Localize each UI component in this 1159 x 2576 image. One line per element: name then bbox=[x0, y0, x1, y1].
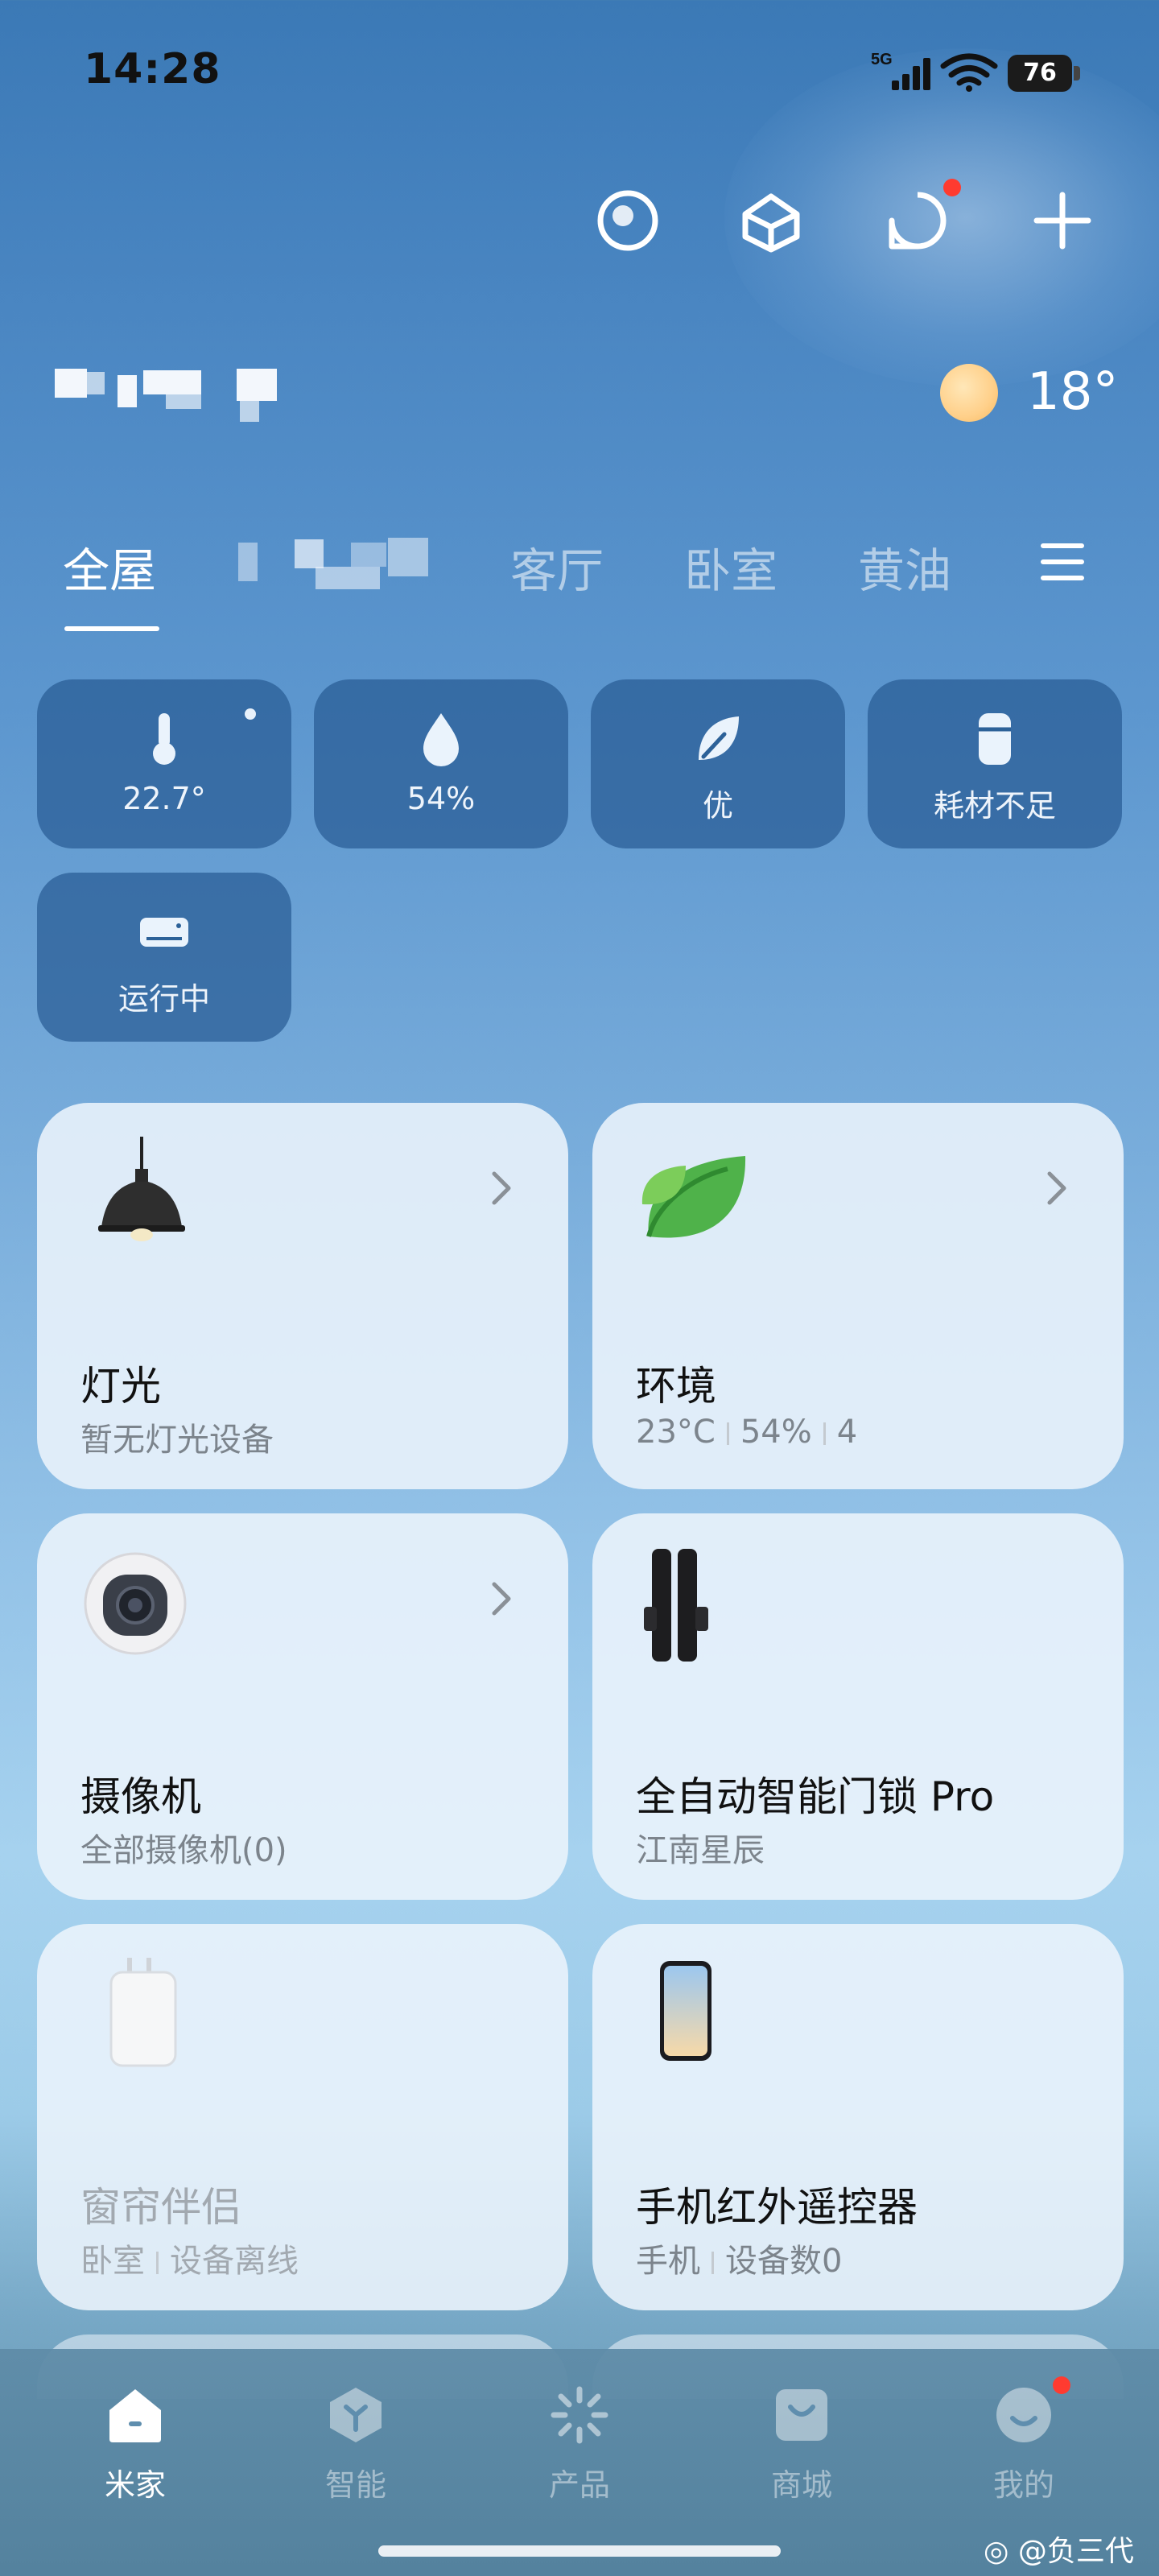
card-subtitle: 江南星辰 bbox=[636, 1832, 765, 1869]
house-3d-icon[interactable] bbox=[734, 184, 808, 258]
product-sparkle-icon bbox=[551, 2386, 608, 2444]
nav-label: 商城 bbox=[770, 2467, 832, 2503]
profile-notification-dot bbox=[1053, 2376, 1070, 2394]
sun-icon bbox=[940, 364, 998, 422]
shopping-bag-icon bbox=[776, 2389, 827, 2441]
chip-status-dot bbox=[245, 708, 256, 720]
card-subtitle: 暂无灯光设备 bbox=[80, 1422, 274, 1459]
wifi-icon bbox=[940, 53, 998, 92]
smart-cube-icon bbox=[330, 2388, 382, 2442]
battery-tip bbox=[1074, 66, 1080, 80]
water-drop-icon bbox=[423, 713, 459, 766]
card-curtain-companion[interactable]: 窗帘伴侣 卧室 设备离线 bbox=[37, 1924, 568, 2310]
nav-label: 我的 bbox=[992, 2467, 1054, 2503]
air-conditioner-icon bbox=[140, 918, 188, 947]
device-room: 卧室 bbox=[80, 2243, 145, 2280]
home-name-pixelated[interactable] bbox=[53, 364, 278, 425]
separator bbox=[156, 2252, 159, 2274]
chip-temperature[interactable]: 22.7° bbox=[37, 679, 291, 848]
battery-level: 76 bbox=[1008, 55, 1072, 92]
card-door-lock[interactable]: 全自动智能门锁 Pro 江南星辰 bbox=[592, 1513, 1124, 1900]
env-temperature: 23°C bbox=[636, 1414, 716, 1451]
air-quality-value: 优 bbox=[702, 788, 733, 824]
tab-living-room[interactable]: 客厅 bbox=[510, 533, 604, 601]
nav-home[interactable]: 米家 bbox=[63, 2383, 208, 2512]
nav-label: 智能 bbox=[324, 2467, 386, 2503]
status-time: 14:28 bbox=[84, 45, 221, 93]
card-phone-ir-remote[interactable]: 手机红外遥控器 手机 设备数0 bbox=[592, 1924, 1124, 2310]
consumables-status: 耗材不足 bbox=[933, 788, 1056, 824]
pendant-lamp-icon bbox=[98, 1137, 185, 1241]
thermometer-icon bbox=[153, 713, 175, 765]
separator bbox=[726, 1422, 729, 1445]
battery-indicator: 76 bbox=[1008, 55, 1080, 92]
device-count: 设备数0 bbox=[725, 2243, 843, 2280]
nav-label: 产品 bbox=[548, 2467, 610, 2503]
separator bbox=[711, 2252, 714, 2274]
device-status: 设备离线 bbox=[170, 2243, 299, 2280]
leaf-icon bbox=[699, 716, 739, 760]
chip-air-conditioner[interactable]: 运行中 bbox=[37, 873, 291, 1042]
card-title: 灯光 bbox=[80, 1363, 161, 1410]
home-indicator[interactable] bbox=[378, 2545, 781, 2557]
tab-huangyou[interactable]: 黄油 bbox=[858, 533, 951, 601]
notification-dot bbox=[943, 179, 961, 196]
tab-whole-house[interactable]: 全屋 bbox=[63, 533, 156, 601]
cellular-signal-icon: 5G bbox=[871, 51, 930, 90]
card-lighting[interactable]: 灯光 暂无灯光设备 bbox=[37, 1103, 568, 1489]
card-subtitle: 手机 设备数0 bbox=[636, 2235, 842, 2281]
phone-remote-icon bbox=[660, 1961, 711, 2061]
card-subtitle: 卧室 设备离线 bbox=[80, 2235, 299, 2281]
camera-icon bbox=[84, 1552, 187, 1655]
tab-pixelated-room[interactable] bbox=[238, 535, 431, 592]
device-room: 手机 bbox=[636, 2243, 700, 2280]
tab-bedroom[interactable]: 卧室 bbox=[684, 533, 777, 601]
network-type-label: 5G bbox=[871, 51, 893, 68]
nav-products[interactable]: 产品 bbox=[507, 2383, 652, 2512]
card-title: 环境 bbox=[636, 1363, 716, 1410]
watermark-text: @负三代 bbox=[1017, 2535, 1134, 2568]
env-humidity: 54% bbox=[740, 1414, 812, 1451]
weather-widget[interactable]: 18° bbox=[940, 361, 1119, 425]
chip-consumables[interactable]: 耗材不足 bbox=[868, 679, 1122, 848]
chevron-right-icon[interactable] bbox=[491, 1170, 512, 1206]
nav-label: 米家 bbox=[104, 2467, 166, 2503]
nav-store[interactable]: 商城 bbox=[729, 2383, 874, 2512]
leaf-icon bbox=[641, 1156, 746, 1238]
weibo-icon: ◎ bbox=[984, 2535, 1018, 2568]
filter-cartridge-icon bbox=[979, 713, 1011, 765]
card-title: 全自动智能门锁 Pro bbox=[636, 1773, 995, 1820]
chevron-right-icon[interactable] bbox=[491, 1581, 512, 1616]
chevron-right-icon[interactable] bbox=[1046, 1170, 1067, 1206]
chip-air-quality[interactable]: 优 bbox=[591, 679, 845, 848]
door-lock-icon bbox=[644, 1549, 708, 1662]
chip-humidity[interactable]: 54% bbox=[314, 679, 568, 848]
card-environment[interactable]: 环境 23°C 54% 4 bbox=[592, 1103, 1124, 1489]
separator bbox=[823, 1422, 826, 1445]
nav-smart[interactable]: 智能 bbox=[283, 2383, 428, 2512]
card-title: 窗帘伴侣 bbox=[80, 2184, 241, 2231]
temperature-value: 22.7° bbox=[122, 781, 206, 816]
card-camera[interactable]: 摄像机 全部摄像机(0) bbox=[37, 1513, 568, 1900]
outdoor-temperature: 18° bbox=[1027, 362, 1119, 422]
card-subtitle: 全部摄像机(0) bbox=[80, 1832, 287, 1869]
card-title: 摄像机 bbox=[80, 1773, 201, 1820]
nav-profile[interactable]: 我的 bbox=[951, 2383, 1096, 2512]
humidity-value: 54% bbox=[406, 781, 476, 816]
card-title: 手机红外遥控器 bbox=[636, 2184, 918, 2231]
profile-face-icon bbox=[996, 2388, 1051, 2442]
watermark: ◎ @负三代 bbox=[984, 2528, 1134, 2570]
air-conditioner-status: 运行中 bbox=[118, 981, 210, 1017]
home-icon bbox=[109, 2389, 161, 2442]
curtain-companion-icon bbox=[109, 1958, 177, 2067]
message-bubble-icon[interactable] bbox=[881, 184, 955, 258]
menu-icon[interactable] bbox=[1040, 541, 1085, 583]
env-device-count: 4 bbox=[836, 1414, 858, 1451]
ai-assistant-icon[interactable] bbox=[591, 184, 665, 258]
active-tab-underline bbox=[64, 626, 159, 631]
status-bar: 14:28 5G 76 bbox=[0, 0, 1159, 145]
card-subtitle: 23°C 54% 4 bbox=[636, 1414, 857, 1451]
add-icon[interactable] bbox=[1025, 184, 1099, 258]
